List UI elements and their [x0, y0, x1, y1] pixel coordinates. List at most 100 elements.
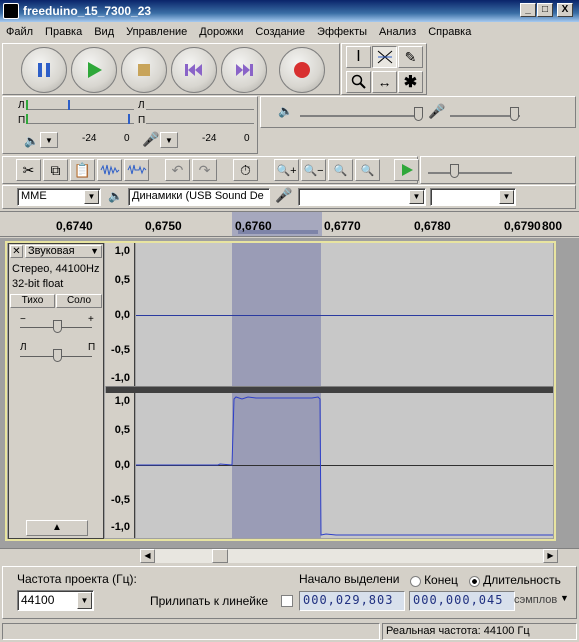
record-meter-dropdown[interactable]: ▼	[160, 132, 178, 148]
zoom-tool-button[interactable]	[346, 71, 371, 93]
project-rate-select[interactable]: 44100 ▼	[17, 590, 94, 611]
speaker-icon: 🔈	[24, 134, 39, 148]
maximize-button[interactable]: □	[537, 3, 553, 17]
zoom-in-button[interactable]: 🔍+	[274, 159, 299, 181]
pan-left-label: Л	[20, 342, 27, 353]
skip-end-button[interactable]	[221, 47, 267, 93]
fit-project-icon: 🔍	[360, 164, 375, 177]
skip-start-button[interactable]	[171, 47, 217, 93]
multi-tool-button[interactable]: ✱	[398, 71, 423, 93]
snap-to-checkbox[interactable]	[281, 595, 293, 607]
minimize-button[interactable]: _	[520, 3, 536, 17]
menu-help[interactable]: Справка	[428, 26, 471, 38]
silence-button[interactable]	[124, 159, 149, 181]
play-at-speed-button[interactable]	[394, 159, 419, 181]
output-volume-slider[interactable]	[300, 115, 418, 117]
menu-transport[interactable]: Управление	[126, 26, 187, 38]
zoom-in-icon: 🔍+	[276, 164, 297, 177]
play-speed-slider[interactable]	[428, 172, 512, 174]
track-close-button[interactable]: ✕	[10, 245, 23, 258]
scroll-thumb[interactable]	[212, 549, 228, 563]
track-bit-depth: 32-bit float	[12, 278, 64, 290]
envelope-icon	[377, 50, 392, 64]
meter-right-label: П	[18, 115, 26, 126]
menu-tracks[interactable]: Дорожки	[199, 26, 243, 38]
play-button[interactable]	[71, 47, 117, 93]
menu-effects[interactable]: Эффекты	[317, 26, 367, 38]
redo-button[interactable]: ↷	[192, 159, 217, 181]
input-channels-select[interactable]: ▼	[430, 188, 516, 206]
length-radio-circle[interactable]	[469, 575, 480, 587]
rec-meter-left-label: Л	[138, 100, 145, 111]
copy-icon: ⧉	[50, 161, 61, 178]
menu-generate[interactable]: Создание	[255, 26, 305, 38]
timeshift-tool-button[interactable]: ↔	[372, 71, 397, 93]
scale-label: 1,0	[114, 395, 130, 407]
mute-button[interactable]: Тихо	[10, 294, 55, 308]
solo-button[interactable]: Соло	[56, 294, 102, 308]
stopwatch-icon: ⏱	[240, 161, 251, 178]
fit-project-button[interactable]: 🔍	[355, 159, 380, 181]
record-icon	[294, 62, 310, 78]
envelope-tool-button[interactable]	[372, 46, 397, 68]
copy-button[interactable]: ⧉	[43, 159, 68, 181]
output-device-value: Динамики (USB Sound De	[132, 190, 264, 202]
menu-edit[interactable]: Правка	[45, 26, 82, 38]
record-meter-left[interactable]	[146, 100, 254, 110]
cut-button[interactable]: ✂	[16, 159, 41, 181]
paste-button[interactable]: 📋	[70, 159, 95, 181]
track-format-info: Стерео, 44100Hz	[12, 263, 100, 275]
input-device-select[interactable]: ▼	[298, 188, 426, 206]
fit-selection-button[interactable]: 🔍	[328, 159, 353, 181]
scale-label: -1,0	[111, 372, 130, 384]
playback-meter-left[interactable]	[26, 100, 134, 110]
menu-view[interactable]: Вид	[94, 26, 114, 38]
playback-meter-right[interactable]	[26, 114, 134, 124]
skip-start-icon	[185, 64, 202, 76]
waveform-channel-2[interactable]	[136, 393, 553, 538]
input-volume-thumb[interactable]	[510, 107, 519, 121]
collapse-track-button[interactable]: ▲	[26, 520, 88, 536]
stop-icon	[138, 64, 150, 76]
selection-length-field[interactable]: 000,000,045	[409, 591, 515, 611]
undo-button[interactable]: ↶	[165, 159, 190, 181]
play-icon	[88, 62, 102, 78]
selection-start-field[interactable]: 000,029,803	[299, 591, 405, 611]
zoom-out-button[interactable]: 🔍−	[301, 159, 326, 181]
project-rate-label: Частота проекта (Гц):	[17, 572, 137, 586]
close-button[interactable]: X	[557, 3, 573, 17]
record-button[interactable]	[279, 47, 325, 93]
playback-meter-dropdown[interactable]: ▼	[40, 132, 58, 148]
pan-slider-thumb[interactable]	[53, 349, 62, 362]
chevron-down-icon: ▼	[77, 592, 92, 609]
play-icon	[401, 164, 413, 176]
sync-lock-button[interactable]: ⏱	[233, 159, 258, 181]
gain-slider-thumb[interactable]	[53, 320, 62, 333]
units-dropdown[interactable]: ▼	[560, 593, 569, 603]
waveform-channel-1[interactable]	[136, 243, 553, 386]
selection-start-label: Начало выделени	[299, 572, 400, 586]
meter-left-label: Л	[18, 100, 25, 111]
scroll-right-button[interactable]: ▶	[543, 549, 558, 563]
track-name-menu[interactable]: Звуковая ▼	[25, 245, 102, 258]
output-device-select[interactable]: Динамики (USB Sound De	[128, 188, 270, 206]
pencil-icon: ✎	[404, 48, 417, 65]
output-volume-thumb[interactable]	[414, 107, 423, 121]
menu-analyze[interactable]: Анализ	[379, 26, 416, 38]
selection-tool-button[interactable]: I	[346, 46, 371, 68]
pause-button[interactable]	[21, 47, 67, 93]
end-radio-circle[interactable]	[410, 575, 421, 587]
redo-icon: ↷	[198, 161, 211, 178]
length-radio[interactable]: Длительность	[469, 573, 561, 587]
scroll-left-button[interactable]: ◀	[140, 549, 155, 563]
trim-button[interactable]	[97, 159, 122, 181]
scale-label: 0,0	[114, 309, 130, 321]
draw-tool-button[interactable]: ✎	[398, 46, 423, 68]
record-meter-right[interactable]	[146, 114, 254, 124]
speaker-icon: 🔈	[108, 189, 123, 203]
play-speed-thumb[interactable]	[450, 164, 459, 178]
end-radio[interactable]: Конец	[410, 573, 458, 587]
stop-button[interactable]	[121, 47, 167, 93]
menu-file[interactable]: Файл	[6, 26, 33, 38]
host-select[interactable]: MME ▼	[17, 188, 101, 206]
